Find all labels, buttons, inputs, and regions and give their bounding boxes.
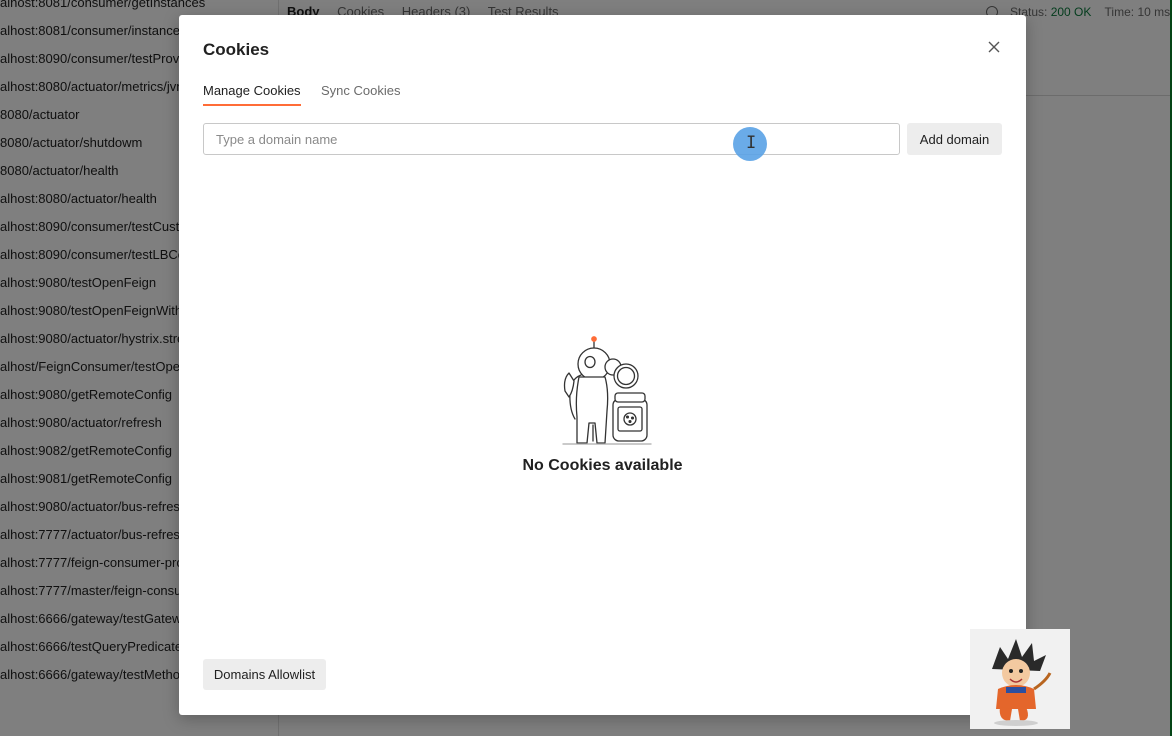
tab-sync-cookies[interactable]: Sync Cookies [321, 83, 400, 98]
tab-label: Manage Cookies [203, 83, 301, 98]
empty-state-message: No Cookies available [522, 457, 683, 474]
avatar [970, 629, 1070, 729]
tab-manage-cookies[interactable]: Manage Cookies [203, 83, 301, 106]
tab-label: Sync Cookies [321, 83, 401, 98]
domain-name-input[interactable] [203, 123, 900, 155]
close-icon [988, 41, 1000, 53]
add-domain-button[interactable]: Add domain [907, 123, 1002, 155]
empty-state-illustration [562, 336, 652, 445]
domains-allowlist-button[interactable]: Domains Allowlist [203, 659, 326, 690]
modal-title: Cookies [203, 40, 270, 59]
close-button[interactable] [984, 37, 1004, 57]
active-tab-indicator [203, 104, 301, 106]
avatar-figure-icon [992, 639, 1052, 726]
cookies-modal: Cookies Manage Cookies Sync Cookies Add … [179, 15, 1026, 715]
cursor-highlight: I [733, 127, 767, 161]
text-cursor-icon: I [746, 133, 757, 153]
